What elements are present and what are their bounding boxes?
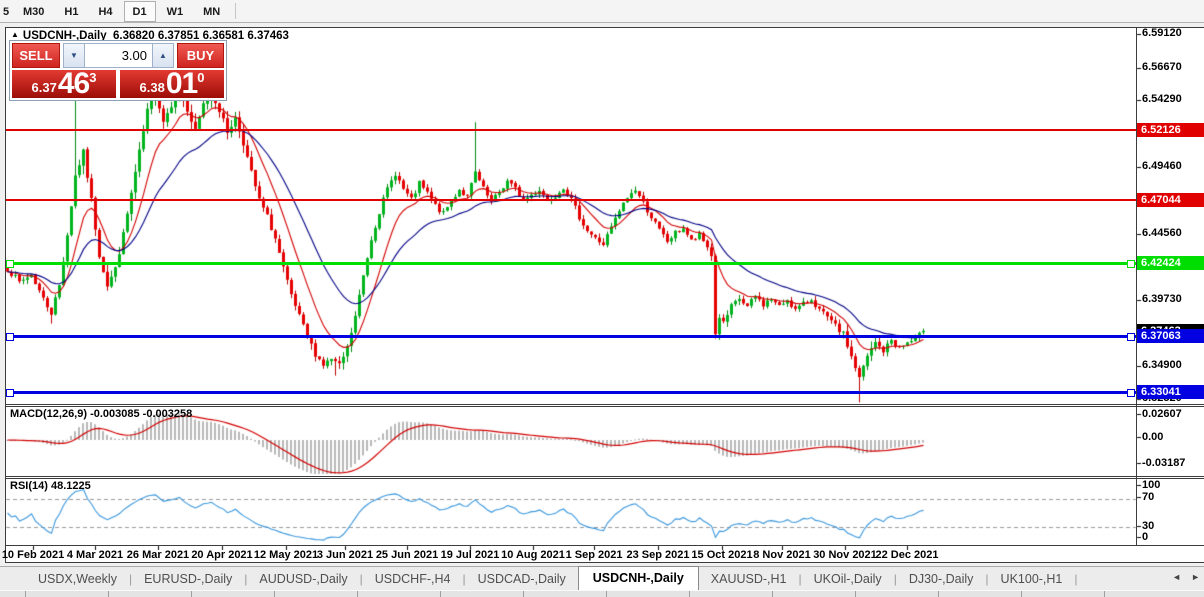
collapse-arrow-icon[interactable]: ▲ <box>11 30 19 39</box>
tab-scroll-arrows: ◄ ► <box>1172 572 1200 582</box>
date-axis-label[interactable]: 23 Sep 2021 <box>622 549 694 561</box>
ohlc-close: 6.37463 <box>247 30 289 42</box>
rsi-axis-tick[interactable]: 0 <box>1142 531 1148 543</box>
buy-price-pip: 0 <box>197 70 205 85</box>
price-axis-tick[interactable]: 6.49460 <box>1142 160 1182 172</box>
macd-axis-tick[interactable]: -0.03187 <box>1142 457 1185 469</box>
price-axis-tick[interactable]: 6.44560 <box>1142 227 1182 239</box>
buy-price-panel[interactable]: 6.38 01 0 <box>120 70 224 98</box>
volume-decrease-button[interactable]: ▼ <box>63 43 85 68</box>
chart-tab-uk100[interactable]: UK100-,H1 <box>989 569 1075 589</box>
price-axis-tick[interactable]: 6.54290 <box>1142 93 1182 105</box>
level-price-badge: 6.52126 <box>1137 123 1204 138</box>
date-axis-label[interactable]: 26 Mar 2021 <box>122 549 194 561</box>
resistance-line[interactable] <box>6 198 1136 201</box>
chart-tab-eurusd[interactable]: EURUSD-,Daily <box>132 569 244 589</box>
one-click-trading-panel: SELL ▼ ▲ BUY 6.37 46 3 6.38 01 0 <box>9 40 227 101</box>
macd-axis-tick[interactable]: 0.02607 <box>1142 408 1182 420</box>
rsi-axis-tick[interactable]: 70 <box>1142 491 1154 503</box>
volume-increase-button[interactable]: ▲ <box>152 43 174 68</box>
support-line[interactable] <box>6 262 1136 265</box>
chart-tab-ukoil[interactable]: UKOil-,Daily <box>802 569 894 589</box>
chart-tab-dj30[interactable]: DJ30-,Daily <box>897 569 986 589</box>
price-axis-separator <box>1136 28 1137 546</box>
chart-tab-audusd[interactable]: AUDUSD-,Daily <box>247 569 359 589</box>
date-axis-label[interactable]: 4 Mar 2021 <box>59 549 131 561</box>
rsi-label: RSI(14) 48.1225 <box>10 480 91 492</box>
level-price-badge: 6.33041 <box>1137 384 1204 399</box>
buy-button[interactable]: BUY <box>177 43 224 68</box>
buy-price-prefix: 6.38 <box>139 80 165 95</box>
macd-axis-tick[interactable]: 0.00 <box>1142 431 1163 443</box>
sell-price-panel[interactable]: 6.37 46 3 <box>12 70 116 98</box>
terminal-window: 5M30H1H4D1W1MN ▲USDCNH-,Daily 6.36820 6.… <box>0 0 1204 597</box>
date-axis-separator <box>6 545 1204 546</box>
chart-tab-usdx[interactable]: USDX,Weekly <box>26 569 129 589</box>
rsi-axis-tick[interactable]: 100 <box>1142 479 1160 491</box>
date-axis-label[interactable]: 25 Jun 2021 <box>371 549 443 561</box>
chart-tab-usdcad[interactable]: USDCAD-,Daily <box>466 569 578 589</box>
line-drag-handle[interactable] <box>1127 260 1135 268</box>
support-line[interactable] <box>6 390 1136 394</box>
level-price-badge: 6.47044 <box>1137 192 1204 207</box>
volume-input[interactable] <box>85 43 152 68</box>
date-axis-label[interactable]: 8 Nov 2021 <box>746 549 818 561</box>
date-axis-label[interactable]: 1 Sep 2021 <box>558 549 630 561</box>
price-axis-tick[interactable]: 6.56670 <box>1142 61 1182 73</box>
chevron-down-icon: ▼ <box>70 51 78 60</box>
chart-tab-xauusd[interactable]: XAUUSD-,H1 <box>699 569 799 589</box>
sell-button[interactable]: SELL <box>12 43 60 68</box>
price-axis-tick[interactable]: 6.34900 <box>1142 359 1182 371</box>
resistance-line[interactable] <box>6 129 1136 132</box>
line-drag-handle[interactable] <box>6 388 14 397</box>
buy-price-big: 01 <box>165 70 198 98</box>
pane-separator[interactable] <box>6 406 1204 407</box>
support-line[interactable] <box>6 335 1136 339</box>
chart-tab-usdcnh[interactable]: USDCNH-,Daily <box>577 565 699 592</box>
line-drag-handle[interactable] <box>1127 333 1135 342</box>
sell-price-pip: 3 <box>89 70 97 85</box>
sell-price-prefix: 6.37 <box>31 80 57 95</box>
tab-divider: | <box>1074 571 1078 586</box>
bottom-strip <box>0 590 1204 597</box>
pane-separator[interactable] <box>6 404 1204 405</box>
pane-separator[interactable] <box>6 476 1204 477</box>
chart-tab-bar: USDX,Weekly | EURUSD-,Daily | AUDUSD-,Daily |… <box>0 565 1204 592</box>
line-drag-handle[interactable] <box>1127 388 1135 397</box>
level-price-badge: 6.37063 <box>1137 329 1204 344</box>
date-axis-label[interactable]: 20 Apr 2021 <box>186 549 258 561</box>
macd-label: MACD(12,26,9) -0.003085 -0.003258 <box>10 408 193 420</box>
date-axis-label[interactable]: 19 Jul 2021 <box>434 549 506 561</box>
line-drag-handle[interactable] <box>6 333 14 342</box>
tab-scroll-left-icon[interactable]: ◄ <box>1172 572 1181 582</box>
pane-separator[interactable] <box>6 478 1204 479</box>
price-axis-tick[interactable]: 6.39730 <box>1142 293 1182 305</box>
date-axis-label[interactable]: 22 Dec 2021 <box>871 549 943 561</box>
sell-price-big: 46 <box>57 70 90 98</box>
price-axis-tick[interactable]: 6.59120 <box>1142 27 1182 39</box>
chart-tab-usdchf[interactable]: USDCHF-,H4 <box>363 569 463 589</box>
line-drag-handle[interactable] <box>6 260 14 268</box>
chevron-up-icon: ▲ <box>159 51 167 60</box>
tab-scroll-right-icon[interactable]: ► <box>1191 572 1200 582</box>
level-price-badge: 6.42424 <box>1137 256 1204 270</box>
